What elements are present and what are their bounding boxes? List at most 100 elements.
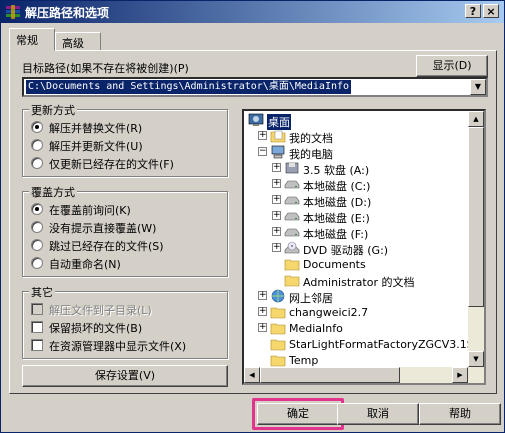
expand-plus-icon[interactable]: + bbox=[258, 131, 267, 140]
expand-plus-icon[interactable]: + bbox=[272, 163, 281, 172]
overwrite-mode-group: 覆盖方式 在覆盖前询问(K) 没有提示直接覆盖(W) 跳过已经存在的文件(S) … bbox=[22, 184, 228, 277]
radio-selected-icon bbox=[31, 121, 43, 133]
expand-plus-icon[interactable]: + bbox=[258, 323, 267, 332]
help-title-button[interactable]: ? bbox=[465, 4, 481, 18]
expand-plus-icon[interactable]: + bbox=[258, 291, 267, 300]
combo-dropdown-button[interactable]: ▼ bbox=[470, 79, 486, 95]
tree-horizontal-scrollbar[interactable]: ◀ ▶ bbox=[244, 367, 468, 383]
target-path-combo[interactable]: C:\Documents and Settings\Administrator\… bbox=[22, 77, 488, 97]
expand-plus-icon[interactable]: + bbox=[258, 307, 267, 316]
show-path-button-label: 显示(D) bbox=[432, 59, 472, 72]
option-label: 自动重命名(N) bbox=[49, 258, 121, 271]
option-label: 在覆盖前询问(K) bbox=[49, 204, 131, 217]
chevron-down-icon: ▼ bbox=[474, 82, 482, 91]
overwrite-mode-title: 覆盖方式 bbox=[29, 184, 77, 200]
expand-plus-icon[interactable]: + bbox=[272, 179, 281, 188]
expand-plus-icon[interactable]: + bbox=[272, 227, 281, 236]
option-label: 解压并替换文件(R) bbox=[49, 122, 143, 135]
checkbox-icon bbox=[31, 321, 43, 333]
tree-item[interactable]: + 本地磁盘 (F:) bbox=[244, 224, 468, 241]
expand-plus-icon[interactable]: + bbox=[272, 195, 281, 204]
tree-item[interactable]: Temp bbox=[244, 352, 468, 368]
help-button[interactable]: 帮助 bbox=[419, 403, 501, 425]
update-mode-title: 更新方式 bbox=[29, 102, 77, 118]
radio-icon bbox=[31, 221, 43, 233]
folder-icon bbox=[270, 320, 286, 336]
hard-drive-icon bbox=[284, 176, 300, 192]
tree-item-label: changweici2.7 bbox=[289, 306, 369, 319]
scroll-up-icon[interactable]: ▲ bbox=[468, 111, 484, 127]
folder-icon bbox=[270, 336, 286, 352]
tree-item[interactable]: + changweici2.7 bbox=[244, 304, 468, 320]
folder-icon bbox=[284, 272, 300, 288]
tab-advanced-label: 高级 bbox=[62, 37, 84, 50]
tree-item[interactable]: + 本地磁盘 (E:) bbox=[244, 208, 468, 225]
tree-item[interactable]: − 我的电脑 bbox=[244, 144, 468, 161]
target-path-value[interactable]: C:\Documents and Settings\Administrator\… bbox=[26, 80, 352, 94]
scroll-right-icon[interactable]: ▶ bbox=[452, 367, 468, 383]
computer-icon bbox=[270, 144, 286, 160]
help-button-label: 帮助 bbox=[449, 407, 471, 420]
radio-selected-icon bbox=[31, 203, 43, 215]
checkbox-icon bbox=[31, 339, 43, 351]
tree-item[interactable]: 桌面 bbox=[244, 112, 468, 130]
option-label: 跳过已经存在的文件(S) bbox=[49, 240, 164, 253]
tab-advanced[interactable]: 高级 bbox=[55, 32, 101, 51]
tree-item[interactable]: + DVD 驱动器 (G:) bbox=[244, 240, 468, 257]
cancel-button[interactable]: 取消 bbox=[337, 403, 419, 425]
update-mode-group: 更新方式 解压并替换文件(R) 解压并更新文件(U) 仅更新已经存在的文件(F) bbox=[22, 102, 228, 177]
hard-drive-icon bbox=[284, 224, 300, 240]
tab-general[interactable]: 常规 bbox=[9, 28, 55, 51]
tree-item[interactable]: Administrator 的文档 bbox=[244, 272, 468, 289]
expand-plus-icon[interactable]: + bbox=[272, 211, 281, 220]
save-settings-label: 保存设置(V) bbox=[94, 369, 156, 382]
folder-tree[interactable]: 桌面 + 我的文档 − 我的电脑 +3.5 软盘 (A:) + 本地磁盘 (C:) + 本地磁盘 … bbox=[242, 109, 486, 385]
scroll-thumb[interactable] bbox=[468, 127, 484, 307]
show-path-button[interactable]: 显示(D) bbox=[416, 55, 488, 77]
scroll-thumb[interactable] bbox=[260, 367, 400, 383]
folder-icon bbox=[270, 304, 286, 320]
target-path-label: 目标路径(如果不存在将被创建)(P) bbox=[22, 62, 189, 75]
documents-folder-icon bbox=[270, 128, 286, 144]
question-mark-icon: ? bbox=[469, 5, 477, 18]
collapse-minus-icon[interactable]: − bbox=[258, 147, 267, 156]
close-icon: × bbox=[486, 5, 496, 18]
tree-item[interactable]: + 网上邻居 bbox=[244, 288, 468, 305]
option-label: 解压并更新文件(U) bbox=[49, 140, 143, 153]
radio-icon bbox=[31, 157, 43, 169]
option-label: 解压文件到子目录(L) bbox=[49, 304, 152, 317]
option-label: 仅更新已经存在的文件(F) bbox=[49, 158, 174, 171]
window-title: 解压路径和选项 bbox=[25, 6, 110, 20]
tree-item[interactable]: + 本地磁盘 (D:) bbox=[244, 192, 468, 209]
scroll-left-icon[interactable]: ◀ bbox=[244, 367, 260, 383]
tree-item-label: Documents bbox=[303, 258, 366, 271]
tree-item[interactable]: + 我的文档 bbox=[244, 128, 468, 145]
folder-icon bbox=[270, 352, 286, 368]
radio-icon bbox=[31, 139, 43, 151]
radio-icon bbox=[31, 239, 43, 251]
option-label: 在资源管理器中显示文件(X) bbox=[49, 340, 187, 353]
extract-dialog: 解压路径和选项 ? × 常规 高级 目标路径(如果不存在将被创建)(P) 显示(… bbox=[0, 0, 505, 433]
winrar-app-icon bbox=[6, 5, 20, 19]
tree-vertical-scrollbar[interactable]: ▲ ▼ bbox=[468, 111, 484, 383]
tab-general-label: 常规 bbox=[16, 34, 38, 47]
floppy-icon bbox=[284, 160, 300, 176]
tree-item-label: Temp bbox=[289, 354, 319, 367]
title-bar[interactable]: 解压路径和选项 ? × bbox=[1, 1, 504, 23]
scroll-down-icon[interactable]: ▼ bbox=[468, 351, 484, 367]
desktop-icon bbox=[248, 112, 264, 128]
tree-item[interactable]: +3.5 软盘 (A:) bbox=[244, 160, 468, 177]
option-label: 保留损坏的文件(B) bbox=[49, 322, 143, 335]
hard-drive-icon bbox=[284, 192, 300, 208]
tree-item[interactable]: + 本地磁盘 (C:) bbox=[244, 176, 468, 193]
cancel-button-label: 取消 bbox=[367, 407, 389, 420]
ok-button-highlight bbox=[252, 398, 344, 430]
expand-plus-icon[interactable]: + bbox=[272, 243, 281, 252]
tree-item[interactable]: + MediaInfo bbox=[244, 320, 468, 336]
tree-item[interactable]: StarLightFormatFactoryZGCV3.1Se bbox=[244, 336, 480, 352]
tree-item[interactable]: Documents bbox=[244, 256, 468, 272]
folder-icon bbox=[284, 256, 300, 272]
close-window-button[interactable]: × bbox=[483, 4, 499, 18]
network-icon bbox=[270, 288, 286, 304]
save-settings-button[interactable]: 保存设置(V) bbox=[22, 365, 228, 387]
